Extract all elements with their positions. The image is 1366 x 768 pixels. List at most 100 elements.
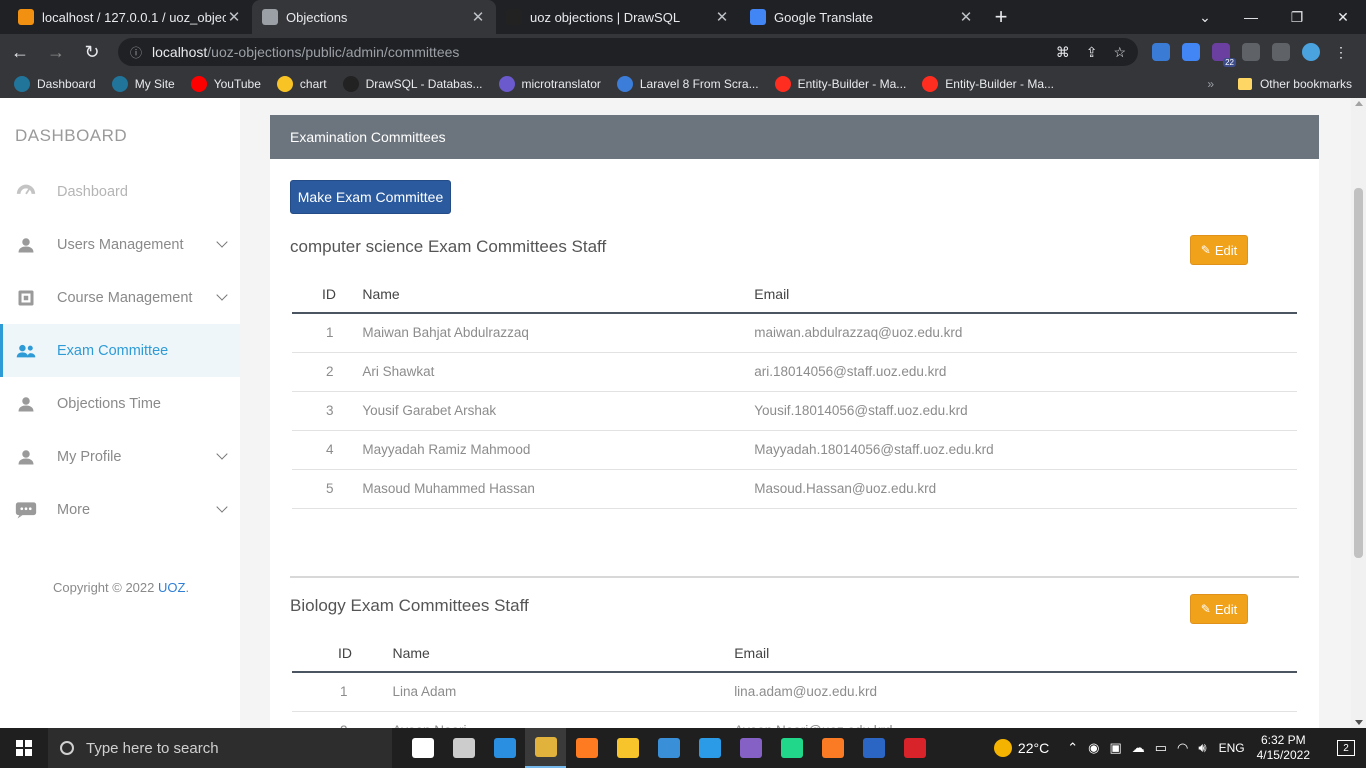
forward-icon[interactable]: → [40,36,72,68]
sidebar-item-exam-committee[interactable]: Exam Committee [0,324,240,377]
xampp-icon[interactable] [812,728,853,768]
vscode-icon[interactable] [689,728,730,768]
bookmarks-overflow-icon[interactable]: » [1207,77,1214,91]
mail-icon[interactable] [648,728,689,768]
taskbar-search[interactable]: Type here to search [48,728,392,768]
column-header[interactable]: ID [292,276,363,314]
battery-icon[interactable]: ▭ [1155,740,1167,756]
notification-center-icon[interactable]: 2 [1326,728,1366,768]
record-icon[interactable]: ◉ [1088,740,1099,756]
chrome-menu-icon[interactable]: ⋮ [1332,43,1350,61]
bookmark-item[interactable]: YouTube [190,76,261,92]
bookmark-item[interactable]: DrawSQL - Databas... [342,76,483,92]
sidebar-item-dashboard[interactable]: Dashboard [0,165,240,218]
column-header[interactable]: Email [754,276,1297,314]
bookmark-label: Entity-Builder - Ma... [945,77,1054,91]
extension-badge-icon[interactable]: 22 [1212,43,1236,67]
chevron-down-icon[interactable] [216,448,228,460]
chevron-down-icon[interactable] [216,289,228,301]
tab-favicon-icon [750,9,766,25]
column-header[interactable]: Name [362,276,755,314]
sidebar-item-course-management[interactable]: Course Management [0,271,240,324]
chrome-icon[interactable] [525,728,566,768]
sidebar-brand[interactable]: DASHBOARD [15,126,127,146]
wifi-icon[interactable]: ◠ [1177,740,1188,756]
pycharm-icon[interactable] [771,728,812,768]
tab-search-icon[interactable]: ⌄ [1182,0,1228,34]
temperature[interactable]: 22°C [1018,740,1049,756]
bookmark-item[interactable]: My Site [111,76,175,92]
taskbar-apps [402,728,935,768]
word-icon[interactable] [853,728,894,768]
info-icon[interactable]: ⓘ [130,44,142,61]
scrollbar-thumb[interactable] [1354,188,1363,558]
start-button[interactable] [0,728,48,768]
profile-avatar[interactable] [1302,43,1320,61]
bookmark-star-icon[interactable]: ☆ [1113,44,1126,61]
make-exam-committee-button[interactable]: Make Exam Committee [290,180,451,214]
widgets-icon[interactable] [443,728,484,768]
mail-glyph [657,738,680,758]
share-icon[interactable]: ⇪ [1086,44,1098,61]
browser-tab[interactable]: localhost / 127.0.0.1 / uoz_object ✕ [8,0,252,34]
chevron-down-icon[interactable] [216,236,228,248]
chevron-down-icon[interactable] [216,501,228,513]
edit-button[interactable]: ✎ Edit [1190,235,1248,265]
back-icon[interactable]: ← [4,36,36,68]
extensions-puzzle-icon[interactable] [1242,43,1260,61]
bookmark-item[interactable]: Dashboard [14,76,96,92]
new-tab-button[interactable]: + [984,0,1018,34]
table-cell: Masoud.Hassan@uoz.edu.krd [754,469,1297,509]
weather-sun-icon[interactable] [993,739,1012,757]
sidebar-item-label: Objections Time [57,395,161,412]
tab-close-icon[interactable]: ✕ [226,8,242,26]
address-bar[interactable]: ⓘ localhost/uoz-objections/public/admin/… [118,38,1138,66]
scroll-up-icon[interactable] [1355,101,1363,106]
file-explorer-icon[interactable] [607,728,648,768]
bookmark-item[interactable]: Entity-Builder - Ma... [922,76,1054,92]
extension-fi-icon[interactable] [1152,43,1170,61]
minimize-button[interactable]: — [1228,0,1274,34]
device-icon[interactable]: ▣ [1109,740,1121,756]
edge-icon[interactable] [484,728,525,768]
bookmark-item[interactable]: chart [276,76,327,92]
column-header[interactable]: Name [392,635,735,673]
column-header[interactable]: Email [734,635,1297,673]
column-header[interactable]: ID [292,635,393,673]
scroll-down-icon[interactable] [1355,720,1363,725]
restore-button[interactable]: ❐ [1274,0,1320,34]
volume-icon[interactable]: 🔊︎ [1198,740,1206,756]
browser-tab[interactable]: Google Translate ✕ [740,0,984,34]
cloud-icon[interactable]: ☁ [1132,740,1145,756]
browser-tab[interactable]: Objections ✕ [252,0,496,34]
firefox-icon[interactable] [566,728,607,768]
page-scrollbar[interactable] [1351,98,1366,728]
copyright-link[interactable]: UOZ [158,580,185,595]
chevron-up-icon[interactable]: ⌃ [1067,740,1078,756]
language-indicator[interactable]: ENG [1219,741,1245,755]
other-bookmarks[interactable]: Other bookmarks [1237,77,1352,91]
task-view-icon[interactable] [402,728,443,768]
sidebar-item-users-management[interactable]: Users Management [0,218,240,271]
bookmark-label: microtranslator [521,77,601,91]
sidebar-item-objections-time[interactable]: Objections Time [0,377,240,430]
acrobat-icon[interactable] [894,728,935,768]
tab-close-icon[interactable]: ✕ [958,8,974,26]
translate-icon[interactable]: ⌘ [1056,44,1070,61]
edit-button[interactable]: ✎ Edit [1190,594,1248,624]
tab-close-icon[interactable]: ✕ [470,8,486,26]
bookmark-item[interactable]: Laravel 8 From Scra... [616,76,759,92]
side-panel-icon[interactable] [1272,43,1290,61]
visual-studio-icon[interactable] [730,728,771,768]
clock[interactable]: 6:32 PM 4/15/2022 [1257,733,1310,763]
bookmark-item[interactable]: Entity-Builder - Ma... [774,76,906,92]
sidebar-item-more[interactable]: More [0,483,240,536]
committee-table: ID Name Email 1 Lina Adam lina.adam@uoz.edu.k… [292,635,1297,728]
bookmark-item[interactable]: microtranslator [498,76,601,92]
close-window-button[interactable]: ✕ [1320,0,1366,34]
browser-tab[interactable]: uoz objections | DrawSQL ✕ [496,0,740,34]
sidebar-item-my-profile[interactable]: My Profile [0,430,240,483]
reload-icon[interactable]: ↻ [76,36,108,68]
extension-translate-icon[interactable] [1182,43,1200,61]
tab-close-icon[interactable]: ✕ [714,8,730,26]
